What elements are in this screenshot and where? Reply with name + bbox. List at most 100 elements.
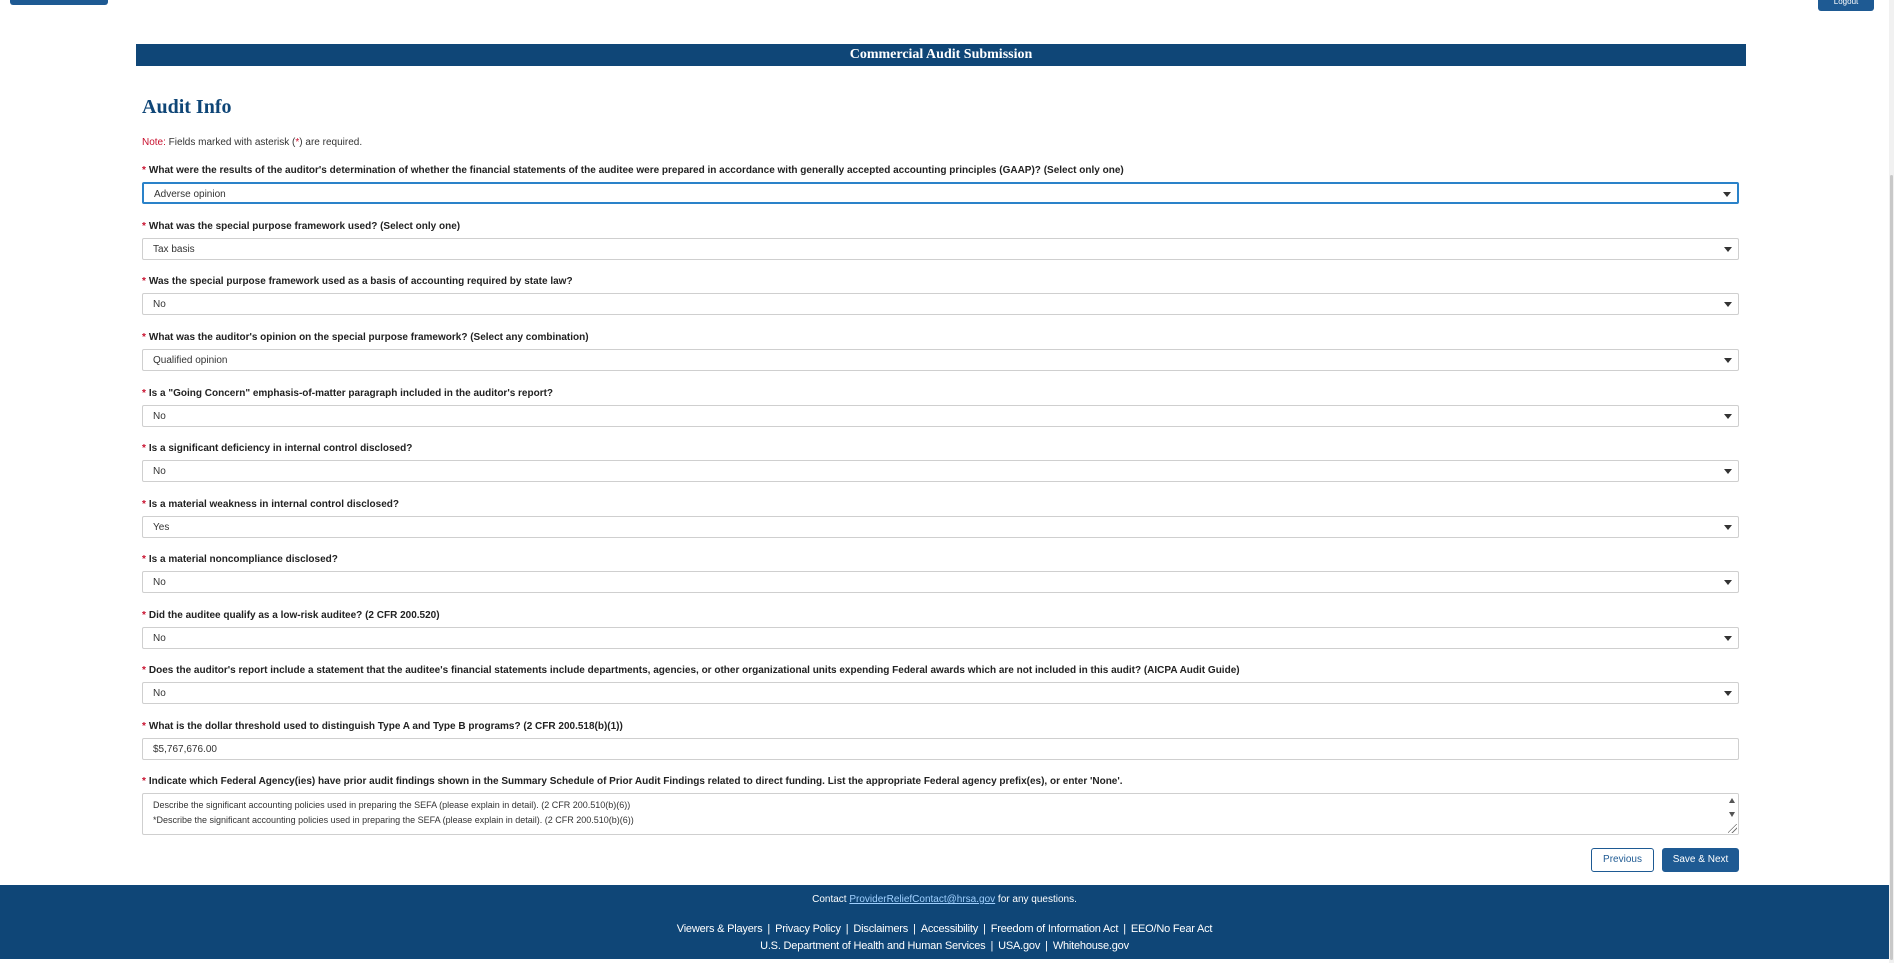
separator: | xyxy=(1123,923,1126,935)
select-value: No xyxy=(153,411,166,422)
field-low-risk-auditee: * Did the auditee qualify as a low-risk a… xyxy=(142,609,1739,649)
footer-link-viewers[interactable]: Viewers & Players xyxy=(677,923,763,935)
chevron-down-icon xyxy=(1724,636,1732,641)
excluded-units-select[interactable]: No xyxy=(142,682,1739,704)
required-asterisk: * xyxy=(142,665,146,676)
footer: Contact ProviderReliefContact@hrsa.gov f… xyxy=(0,885,1889,959)
field-label-text: Is a significant deficiency in internal … xyxy=(148,443,413,454)
separator: | xyxy=(767,923,771,935)
separator: | xyxy=(1045,940,1048,952)
field-state-law-required: * Was the special purpose framework used … xyxy=(142,275,1739,315)
top-left-button[interactable] xyxy=(10,0,108,5)
separator: | xyxy=(983,923,986,935)
field-label: * What is the dollar threshold used to di… xyxy=(142,720,1739,734)
material-weakness-select[interactable]: Yes xyxy=(142,516,1739,538)
field-label: * Does the auditor's report include a sta… xyxy=(142,664,1739,678)
chevron-down-icon xyxy=(1724,302,1732,307)
field-label: * Did the auditee qualify as a low-risk a… xyxy=(142,609,1739,623)
select-value: No xyxy=(153,299,166,310)
field-label-text: What was the auditor's opinion on the sp… xyxy=(148,332,589,343)
footer-link-privacy[interactable]: Privacy Policy xyxy=(775,923,841,935)
chevron-down-icon xyxy=(1724,525,1732,530)
field-excluded-units: * Does the auditor's report include a sta… xyxy=(142,664,1739,704)
required-asterisk: * xyxy=(142,554,146,565)
going-concern-select[interactable]: No xyxy=(142,405,1739,427)
chevron-down-icon xyxy=(1724,691,1732,696)
field-material-weakness: * Is a material weakness in internal cont… xyxy=(142,498,1739,538)
required-note: Note: Fields marked with asterisk (*) ar… xyxy=(142,137,362,148)
chevron-down-icon xyxy=(1723,192,1731,197)
low-risk-auditee-select[interactable]: No xyxy=(142,627,1739,649)
note-text-after: ) are required. xyxy=(299,137,363,148)
chevron-down-icon xyxy=(1724,580,1732,585)
footer-links-row2: U.S. Department of Health and Human Serv… xyxy=(0,940,1889,952)
footer-link-hhs[interactable]: U.S. Department of Health and Human Serv… xyxy=(760,940,986,952)
field-label-text: Is a "Going Concern" emphasis-of-matter … xyxy=(148,388,554,399)
prior-audit-agencies-textarea[interactable]: Describe the significant accounting poli… xyxy=(142,793,1739,835)
required-asterisk: * xyxy=(142,332,146,343)
scrollbar-thumb[interactable] xyxy=(1890,175,1893,960)
footer-link-eeo[interactable]: EEO/No Fear Act xyxy=(1131,923,1213,935)
footer-link-foia[interactable]: Freedom of Information Act xyxy=(991,923,1119,935)
contact-email-link[interactable]: ProviderReliefContact@hrsa.gov xyxy=(849,894,995,905)
chevron-down-icon xyxy=(1724,247,1732,252)
footer-links-row1: Viewers & Players | Privacy Policy | Disclai… xyxy=(0,923,1889,935)
field-gaap-results: * What were the results of the auditor's … xyxy=(142,164,1739,204)
field-label-text: Did the auditee qualify as a low-risk au… xyxy=(148,610,440,621)
note-text-before: Fields marked with asterisk ( xyxy=(165,137,296,148)
footer-link-accessibility[interactable]: Accessibility xyxy=(921,923,979,935)
dollar-threshold-input[interactable]: $5,767,676.00 xyxy=(142,738,1739,760)
required-asterisk: * xyxy=(142,776,146,787)
scroll-down-icon[interactable] xyxy=(1729,812,1735,817)
save-next-button[interactable]: Save & Next xyxy=(1662,848,1739,872)
field-auditor-opinion: * What was the auditor's opinion on the s… xyxy=(142,331,1739,371)
logout-button[interactable]: Logout xyxy=(1818,0,1874,11)
select-value: Adverse opinion xyxy=(154,189,226,200)
page-banner: Commercial Audit Submission xyxy=(136,44,1746,66)
resize-grip-icon[interactable] xyxy=(1728,824,1737,833)
auditor-opinion-select[interactable]: Qualified opinion xyxy=(142,349,1739,371)
select-value: Qualified opinion xyxy=(153,355,228,366)
significant-deficiency-select[interactable]: No xyxy=(142,460,1739,482)
footer-link-usagov[interactable]: USA.gov xyxy=(998,940,1040,952)
field-label: * What was the auditor's opinion on the s… xyxy=(142,331,1739,345)
chevron-down-icon xyxy=(1724,469,1732,474)
select-value: No xyxy=(153,466,166,477)
required-asterisk: * xyxy=(142,610,146,621)
field-label: * Was the special purpose framework used … xyxy=(142,275,1739,289)
textarea-line: *Describe the significant accounting pol… xyxy=(153,815,634,825)
chevron-down-icon xyxy=(1724,414,1732,419)
separator: | xyxy=(845,923,849,935)
field-label-text: What was the special purpose framework u… xyxy=(148,221,461,232)
input-value: $5,767,676.00 xyxy=(153,744,217,755)
required-asterisk: * xyxy=(142,276,146,287)
separator: | xyxy=(913,923,916,935)
gaap-results-select[interactable]: Adverse opinion xyxy=(142,182,1739,204)
field-label: * Is a material weakness in internal cont… xyxy=(142,498,1739,512)
page-scrollbar[interactable] xyxy=(1889,0,1894,963)
contact-suffix: for any questions. xyxy=(995,894,1077,905)
separator: | xyxy=(990,940,994,952)
field-prior-audit-agencies: * Indicate which Federal Agency(ies) have… xyxy=(142,775,1739,835)
field-label: * What were the results of the auditor's … xyxy=(142,164,1739,178)
special-purpose-framework-select[interactable]: Tax basis xyxy=(142,238,1739,260)
required-asterisk: * xyxy=(142,165,146,176)
material-noncompliance-select[interactable]: No xyxy=(142,571,1739,593)
contact-prefix: Contact xyxy=(812,894,850,905)
field-label: * Is a significant deficiency in internal… xyxy=(142,442,1739,456)
scroll-up-icon[interactable] xyxy=(1729,798,1735,803)
required-asterisk: * xyxy=(142,499,146,510)
note-label: Note: xyxy=(142,137,166,148)
field-going-concern: * Is a "Going Concern" emphasis-of-matter… xyxy=(142,387,1739,427)
field-label-text: Indicate which Federal Agency(ies) have … xyxy=(148,776,1123,787)
field-label-text: Does the auditor's report include a stat… xyxy=(148,665,1240,676)
field-label-text: What were the results of the auditor's d… xyxy=(148,165,1124,176)
previous-button[interactable]: Previous xyxy=(1591,848,1654,872)
field-label-text: What is the dollar threshold used to dis… xyxy=(148,721,623,732)
select-value: Yes xyxy=(153,522,170,533)
field-label-text: Is a material noncompliance disclosed? xyxy=(148,554,338,565)
footer-link-disclaimers[interactable]: Disclaimers xyxy=(853,923,908,935)
field-label: * Indicate which Federal Agency(ies) have… xyxy=(142,775,1739,789)
state-law-required-select[interactable]: No xyxy=(142,293,1739,315)
footer-link-whitehouse[interactable]: Whitehouse.gov xyxy=(1053,940,1129,952)
